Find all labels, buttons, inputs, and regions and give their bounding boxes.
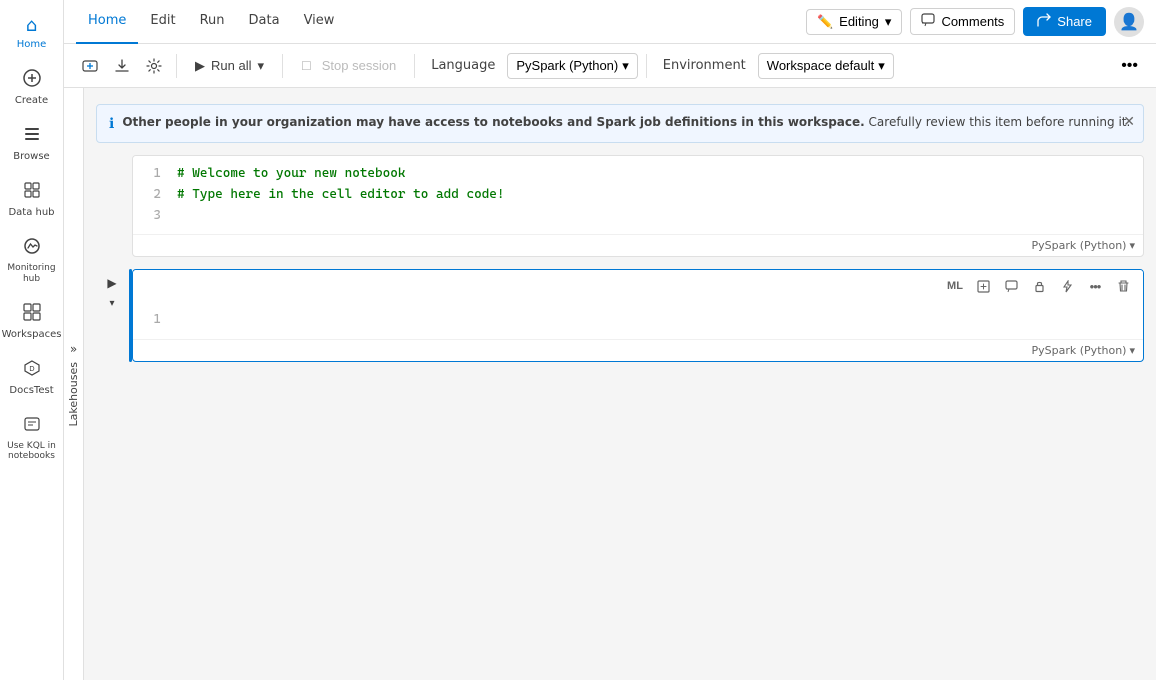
workspaces-icon: [23, 303, 41, 325]
cell-1-gutter: 1 # Welcome to your new notebook 2 # Typ…: [96, 151, 1144, 261]
nav-data[interactable]: Data: [237, 0, 292, 44]
cell-2-footer: PySpark (Python) ▾: [133, 339, 1143, 361]
comments-icon: [921, 13, 935, 30]
cell-2-line-1: 1: [145, 310, 1131, 331]
run-all-dropdown-icon: ▾: [257, 58, 264, 74]
info-icon: ℹ: [109, 116, 114, 132]
cell-2-run-button[interactable]: ▶: [102, 273, 122, 293]
avatar-icon: 👤: [1119, 12, 1139, 32]
cell-1-footer: PySpark (Python) ▾: [133, 234, 1143, 256]
info-close-button[interactable]: ✕: [1123, 113, 1135, 130]
language-label: Language: [423, 58, 503, 73]
cell-2-gutter: ▶ ▾ ML: [96, 265, 1144, 366]
sidebar-item-browse[interactable]: Browse: [0, 117, 63, 171]
stop-session-button[interactable]: ☐ Stop session: [291, 54, 406, 77]
play-icon: ▶: [195, 58, 205, 74]
monitoring-icon: [23, 237, 41, 259]
pencil-icon: ✏️: [817, 14, 833, 30]
info-banner: ℹ Other people in your organization may …: [96, 104, 1144, 143]
sidebar-item-workspaces[interactable]: Workspaces: [0, 295, 63, 349]
cell-spark-button[interactable]: [1055, 274, 1079, 298]
more-options-button[interactable]: •••: [1115, 53, 1144, 79]
share-button[interactable]: Share: [1023, 7, 1106, 36]
sidebar-item-create[interactable]: Create: [0, 61, 63, 115]
lakehouse-label: Lakehouses: [67, 362, 80, 427]
nav-home[interactable]: Home: [76, 0, 138, 44]
info-text: Other people in your organization may ha…: [122, 115, 1130, 129]
cell-1: 1 # Welcome to your new notebook 2 # Typ…: [96, 151, 1144, 261]
browse-icon: [23, 125, 41, 147]
content-area: » Lakehouses ℹ Other people in your orga…: [64, 88, 1156, 680]
cell-2-code[interactable]: 1: [133, 302, 1143, 339]
nav-run[interactable]: Run: [188, 0, 237, 44]
svg-text:D: D: [29, 365, 34, 373]
nav-menu: Home Edit Run Data View: [76, 0, 346, 44]
notebook-area: ℹ Other people in your organization may …: [84, 88, 1156, 680]
cell-2-lang-dropdown-icon: ▾: [1129, 344, 1135, 357]
nav-edit[interactable]: Edit: [138, 0, 187, 44]
cell-2-body: ML: [132, 269, 1144, 362]
toolbar-divider-3: [414, 54, 415, 78]
toolbar: ▶ Run all ▾ ☐ Stop session Language PySp…: [64, 44, 1156, 88]
sidebar-item-docstest[interactable]: D DocsTest: [0, 351, 63, 405]
home-icon: ⌂: [26, 17, 37, 35]
comments-button[interactable]: Comments: [910, 8, 1015, 35]
user-avatar[interactable]: 👤: [1114, 7, 1144, 37]
sidebar-item-home[interactable]: ⌂ Home: [0, 9, 63, 59]
cell-1-controls: [96, 155, 128, 159]
cell-more-button[interactable]: •••: [1083, 274, 1107, 298]
cell-1-body: 1 # Welcome to your new notebook 2 # Typ…: [132, 155, 1144, 257]
sidebar-item-datahub[interactable]: Data hub: [0, 173, 63, 227]
top-nav: Home Edit Run Data View ✏️ Editing ▾: [64, 0, 1156, 44]
cell-active-indicator: [129, 269, 132, 362]
toolbar-divider-4: [646, 54, 647, 78]
cell-1-line-2: 2 # Type here in the cell editor to add …: [145, 185, 1131, 206]
cell-1-lang[interactable]: PySpark (Python) ▾: [1032, 239, 1135, 252]
docstest-icon: D: [23, 359, 41, 381]
cell-2-controls: ▶ ▾: [96, 269, 128, 311]
collapse-icon: »: [70, 342, 77, 356]
cell-lang-dropdown-icon: ▾: [1129, 239, 1135, 252]
run-all-button[interactable]: ▶ Run all ▾: [185, 54, 274, 78]
toolbar-divider-2: [282, 54, 283, 78]
cell-2-dropdown-button[interactable]: ▾: [104, 295, 120, 311]
cell-comment-button[interactable]: [999, 274, 1023, 298]
settings-button[interactable]: [140, 54, 168, 78]
create-icon: [23, 69, 41, 91]
cell-delete-button[interactable]: [1111, 274, 1135, 298]
cell-2-toolbar: ML: [133, 270, 1143, 302]
download-button[interactable]: [108, 54, 136, 78]
main-area: Home Edit Run Data View ✏️ Editing ▾: [64, 0, 1156, 680]
nav-right-actions: ✏️ Editing ▾ Comments Share 👤: [806, 7, 1144, 37]
lakehouse-panel-toggle[interactable]: » Lakehouses: [64, 88, 84, 680]
cell-2: ▶ ▾ ML: [96, 265, 1144, 366]
share-icon: [1037, 13, 1051, 30]
sidebar-item-monitoring[interactable]: Monitoring hub: [0, 229, 63, 293]
environment-label: Environment: [655, 58, 754, 73]
add-code-button[interactable]: [76, 54, 104, 78]
cell-ml-button[interactable]: ML: [943, 274, 967, 298]
environment-selector[interactable]: Workspace default ▾: [758, 53, 894, 79]
sidebar: ⌂ Home Create Browse Data hub Monitoring…: [0, 0, 64, 680]
cell-1-code[interactable]: 1 # Welcome to your new notebook 2 # Typ…: [133, 156, 1143, 234]
cell-1-line-3: 3: [145, 206, 1131, 227]
editing-dropdown-icon: ▾: [885, 14, 892, 30]
stop-checkbox-icon: ☐: [301, 59, 312, 73]
datahub-icon: [23, 181, 41, 203]
language-selector[interactable]: PySpark (Python) ▾: [507, 53, 637, 79]
ellipsis-icon: •••: [1121, 57, 1138, 75]
kql-icon: [23, 415, 41, 437]
cell-2-lang[interactable]: PySpark (Python) ▾: [1032, 344, 1135, 357]
editing-button[interactable]: ✏️ Editing ▾: [806, 9, 902, 35]
cell-lock-button[interactable]: [1027, 274, 1051, 298]
lang-dropdown-icon: ▾: [622, 58, 629, 74]
cell-expand-button[interactable]: [971, 274, 995, 298]
sidebar-item-kql[interactable]: Use KQL in notebooks: [0, 407, 63, 471]
nav-view[interactable]: View: [292, 0, 347, 44]
env-dropdown-icon: ▾: [878, 58, 885, 74]
cell-1-line-1: 1 # Welcome to your new notebook: [145, 164, 1131, 185]
toolbar-divider-1: [176, 54, 177, 78]
